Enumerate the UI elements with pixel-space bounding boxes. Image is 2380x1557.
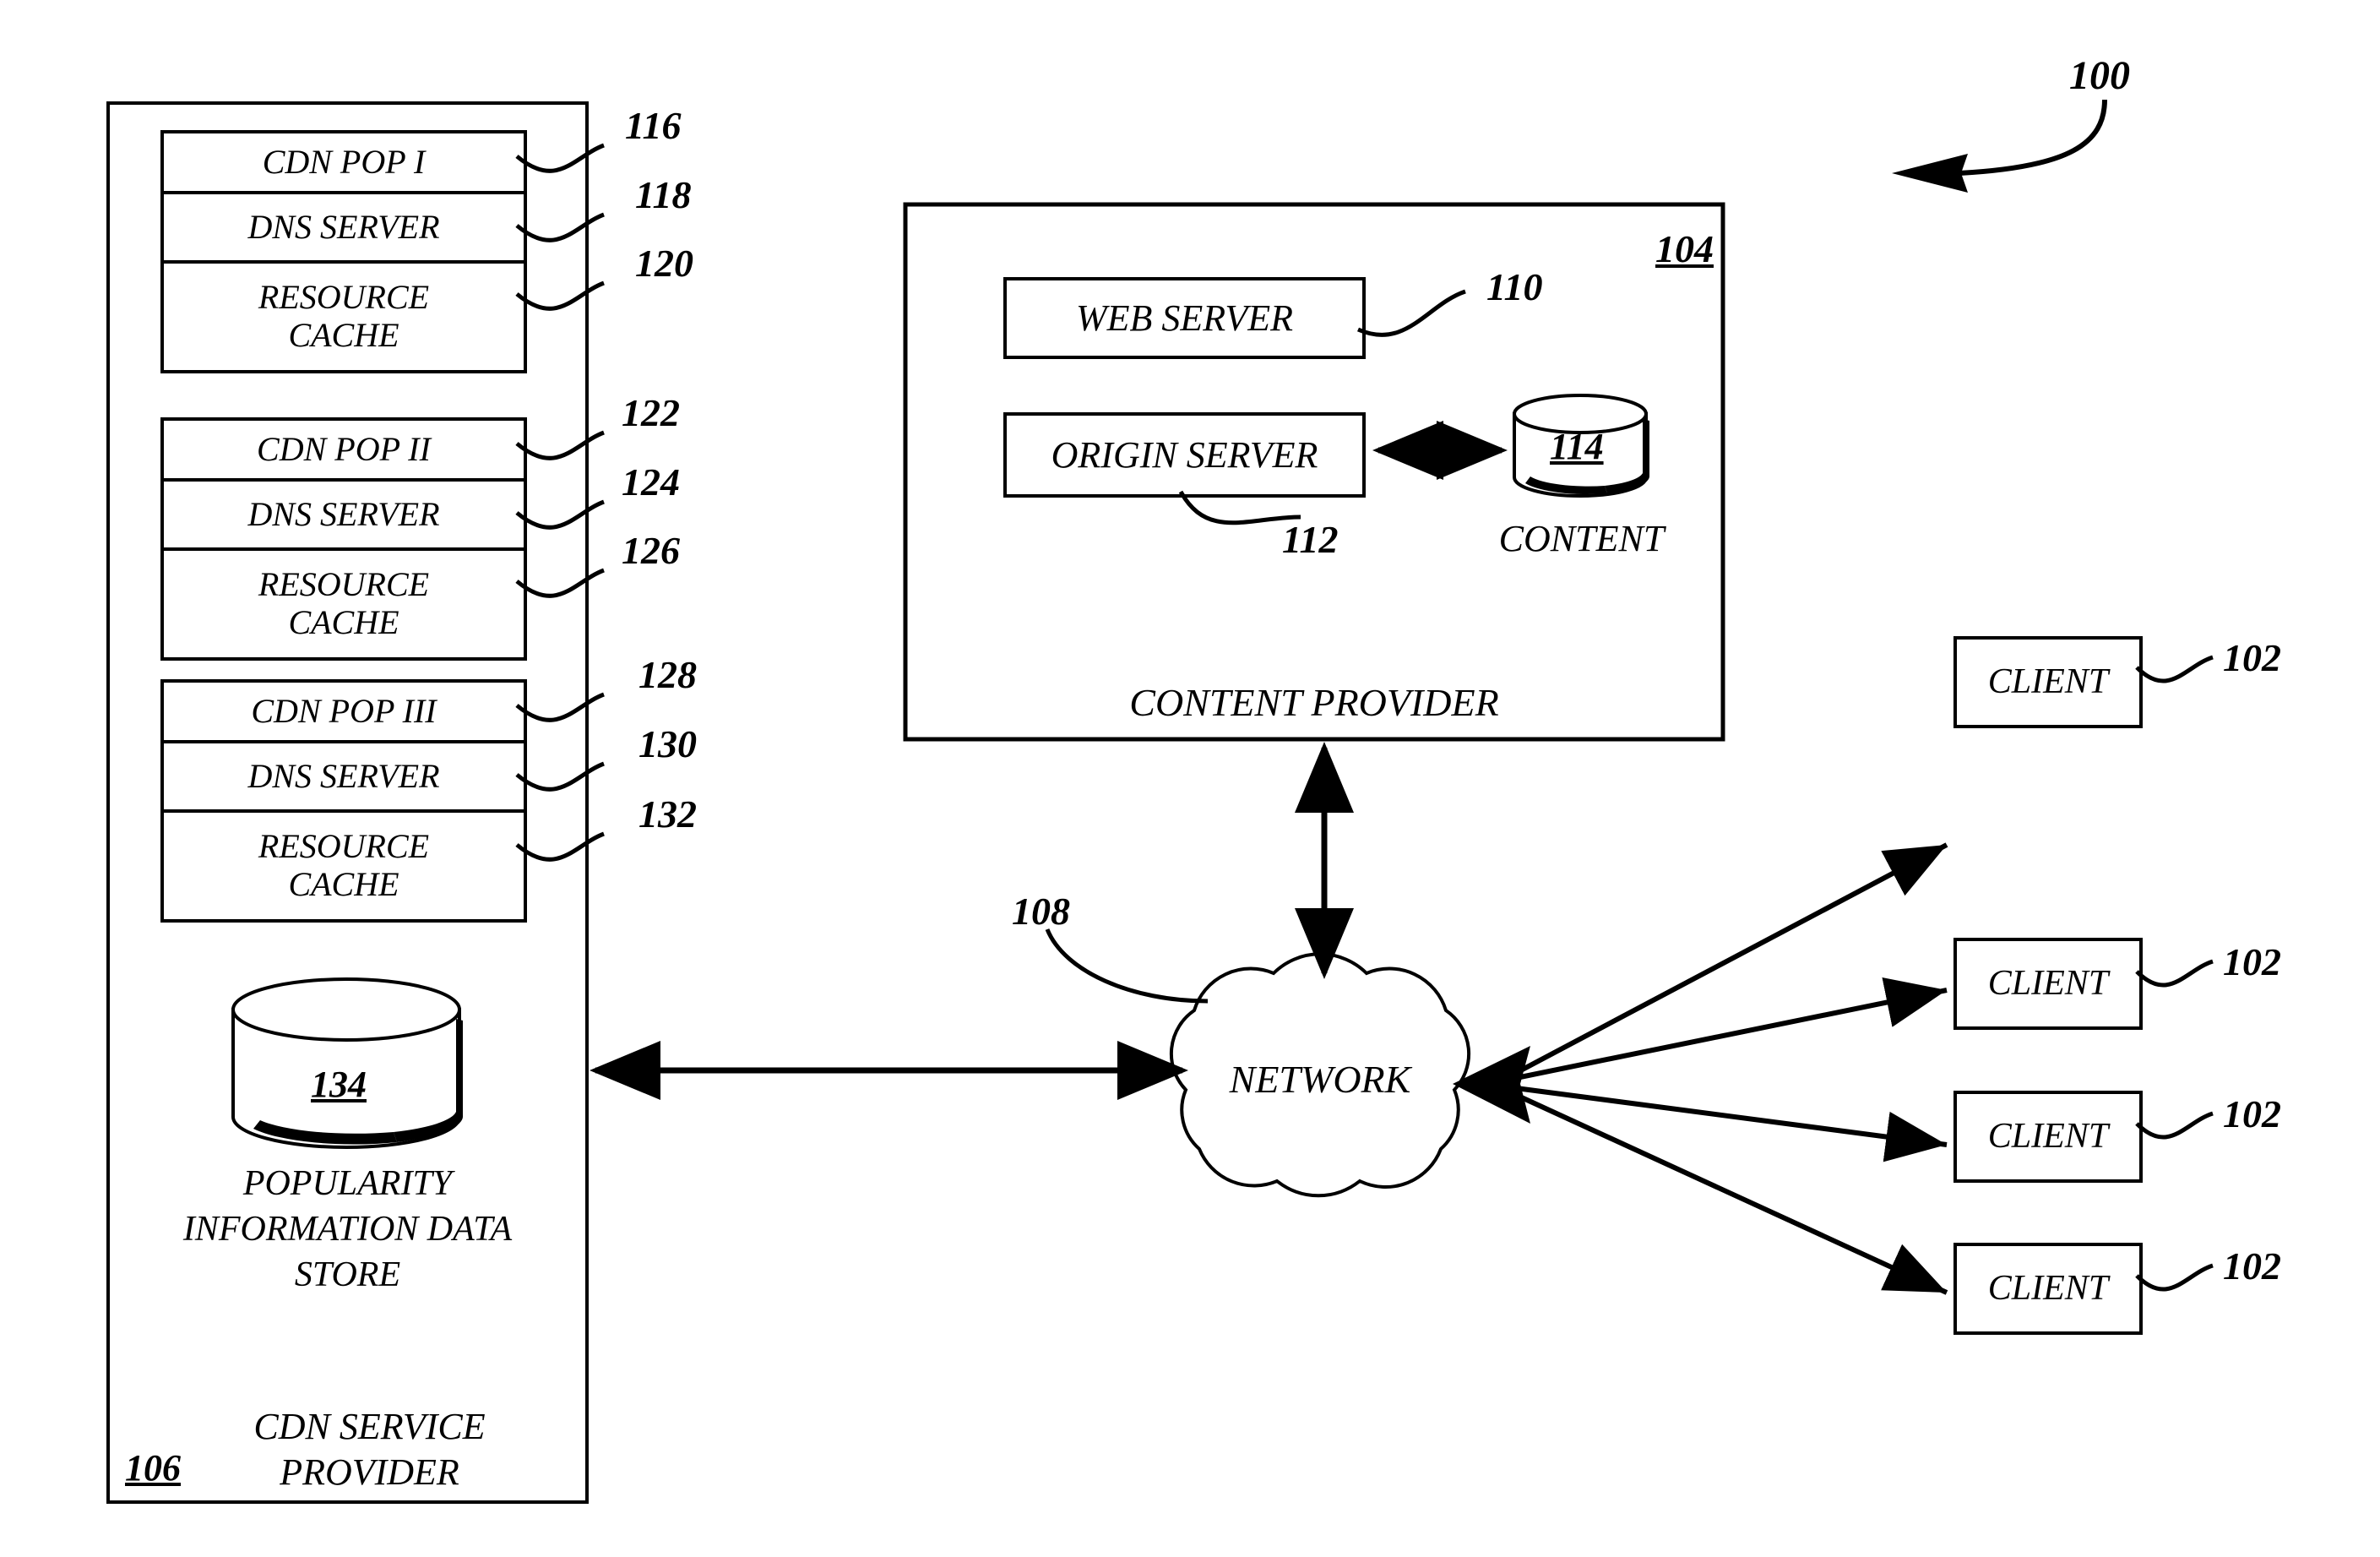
ref-102-3: 102 [2223,1092,2281,1135]
resource-cache-line2: CACHE [288,865,399,903]
cdn-pop-1-dns-server: DNS SERVER [247,207,440,246]
client-label-2: CLIENT [1987,963,2109,1003]
cdn-pop-2-dns-server: DNS SERVER [247,494,440,533]
ref-102-2: 102 [2223,940,2281,983]
cdn-pop-3-resource-cache: RESOURCE CACHE [162,811,525,921]
ref-124: 124 [622,460,680,504]
cdn-pop-2-resource-cache: RESOURCE CACHE [162,549,525,659]
resource-cache-line1: RESOURCE [258,565,430,604]
caption-line-3: STORE [294,1255,401,1294]
ref-102-1: 102 [2223,636,2281,679]
caption-line-2: INFORMATION DATA [182,1209,513,1249]
leader-126 [515,568,605,598]
leader-118 [515,212,605,242]
patent-figure-canvas: CDN POP I DNS SERVER RESOURCE CACHE CDN … [0,0,2380,1557]
resource-cache-line2: CACHE [288,603,399,641]
cdn-pop-3-title: CDN POP III [251,691,437,730]
leader-122 [515,430,605,460]
cdn-service-provider-title: CDN SERVICE PROVIDER [152,1404,587,1494]
ref-102-4: 102 [2223,1244,2281,1288]
resource-cache-line1: RESOURCE [258,827,430,866]
ref-118: 118 [635,173,692,216]
resource-cache-line2: CACHE [288,316,399,354]
cdn-pop-1-resource-cache: RESOURCE CACHE [162,262,525,372]
leader-client-1 [2135,655,2214,683]
ref-104: 104 [1655,227,1714,270]
ref-126: 126 [622,529,680,572]
leader-130 [515,761,605,792]
resource-cache-line1: RESOURCE [258,278,430,317]
content-provider-title: CONTENT PROVIDER [1129,681,1499,724]
ref-106: 106 [125,1447,181,1489]
leader-client-3 [2135,1111,2214,1140]
leader-110 [1356,289,1466,337]
origin-server-label: ORIGIN SERVER [1051,433,1318,476]
cdn-service-provider-title-line1: CDN SERVICE [253,1406,486,1447]
ref-122: 122 [622,391,680,434]
leader-116 [515,143,605,173]
ref-112: 112 [1282,518,1339,561]
cdn-pop-3-dns-server: DNS SERVER [247,756,440,795]
ref-100: 100 [2069,53,2130,98]
network-client-3-arrow [1515,1086,1948,1162]
leader-124 [515,499,605,530]
ref-128: 128 [638,653,697,696]
cdn-service-provider-title-line2: PROVIDER [280,1451,459,1493]
ref-134: 134 [311,1064,367,1105]
client-label-3: CLIENT [1987,1116,2109,1156]
cdn-pop-2-title: CDN POP II [257,429,431,468]
popularity-data-store-caption: POPULARITY INFORMATION DATA STORE [108,1162,587,1298]
network-client-1-arrow [1514,842,1948,1075]
ref-130: 130 [638,722,697,765]
content-store-caption: CONTENT [1498,518,1665,559]
web-server-label: WEB SERVER [1076,297,1293,339]
leader-client-2 [2135,959,2214,988]
network-client-4-arrow [1514,1092,1948,1295]
client-label-4: CLIENT [1987,1268,2109,1308]
ref-116: 116 [625,104,682,147]
leader-client-4 [2135,1263,2214,1292]
leader-132 [515,831,605,862]
network-client-2-arrow [1515,977,1948,1081]
caption-line-1: POPULARITY [242,1164,453,1203]
leader-108 [1045,928,1209,1004]
ref-114: 114 [1550,426,1604,467]
ref-132: 132 [638,792,697,836]
network-label: NETWORK [1229,1058,1411,1102]
figure-ref-arrow [1959,99,2107,176]
leader-128 [515,692,605,722]
client-label-1: CLIENT [1987,661,2109,701]
ref-110: 110 [1486,265,1543,308]
ref-120: 120 [635,242,693,285]
leader-120 [515,280,605,311]
cdn-pop-1-title: CDN POP I [262,142,426,181]
ref-108: 108 [1012,890,1070,933]
